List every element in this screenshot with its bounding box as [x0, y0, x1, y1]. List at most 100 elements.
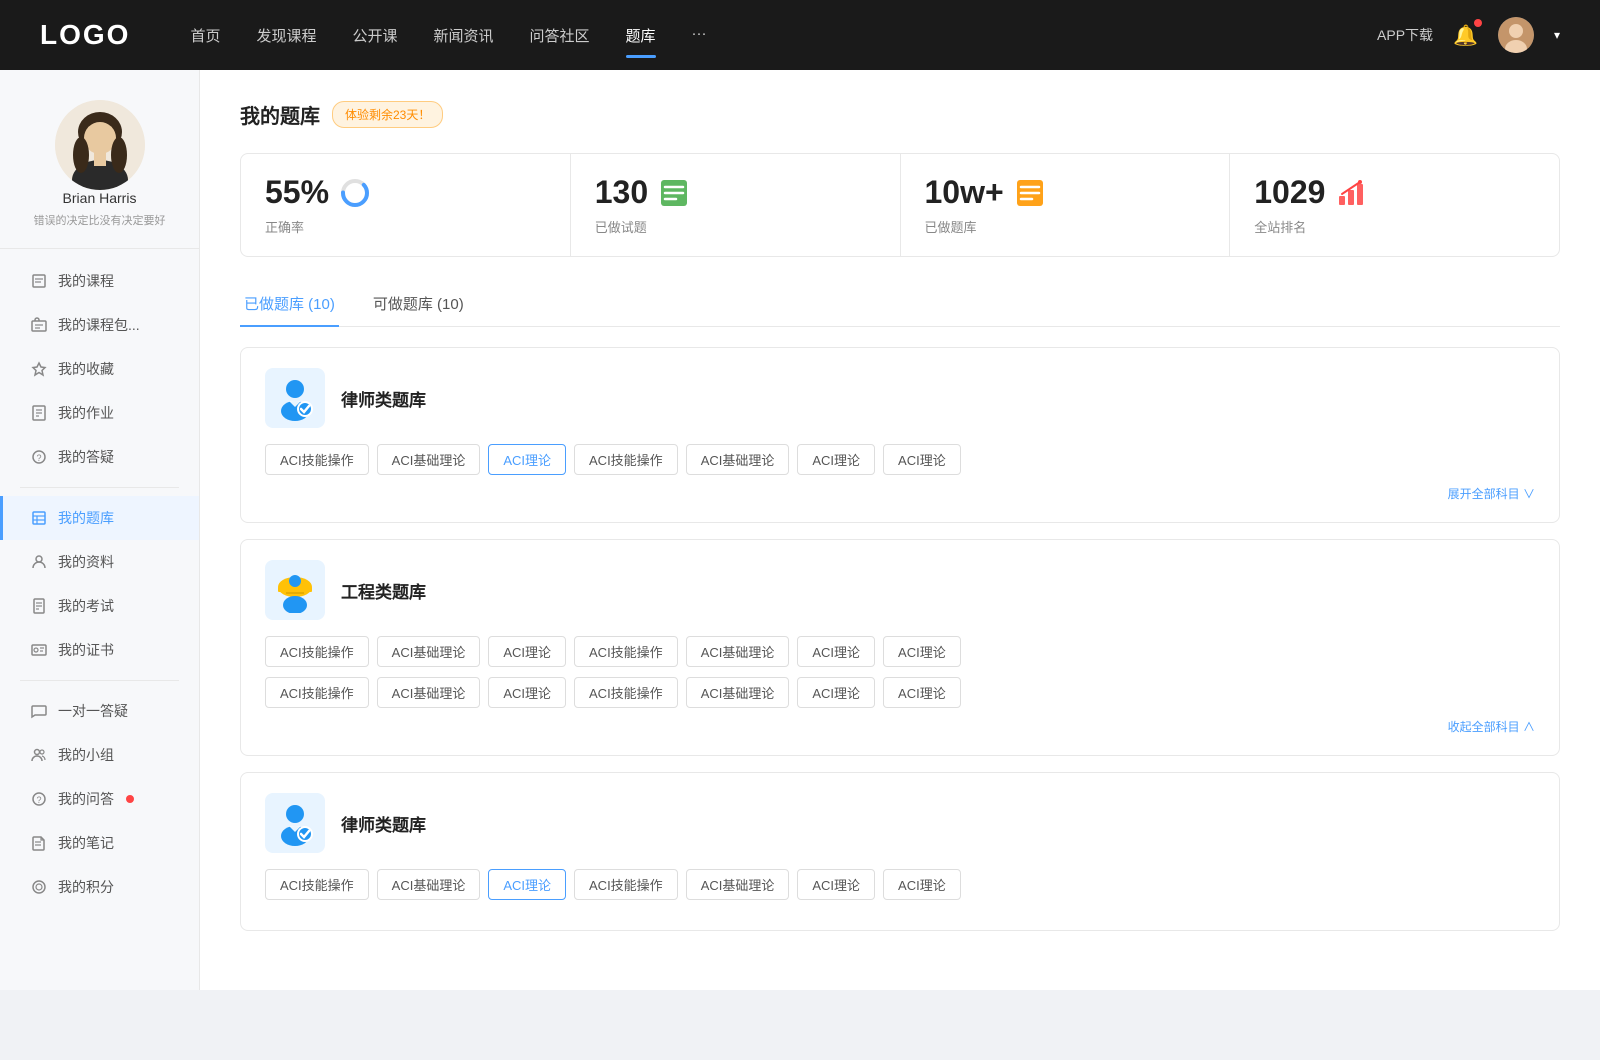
page-header: 我的题库 体验剩余23天！ — [240, 100, 1560, 129]
sidebar-item-one-on-one[interactable]: 一对一答疑 — [0, 689, 199, 733]
tag-eng1-r2-5[interactable]: ACI理论 — [797, 677, 875, 708]
bell-icon[interactable]: 🔔 — [1453, 23, 1478, 48]
sidebar: Brian Harris 错误的决定比没有决定要好 我的课程 我的课程包... — [0, 70, 200, 990]
tag-eng1-r1-4[interactable]: ACI基础理论 — [686, 636, 790, 667]
sidebar-item-profile-data[interactable]: 我的资料 — [0, 540, 199, 584]
sidebar-item-label-one-on-one: 一对一答疑 — [58, 701, 128, 721]
course-pkg-icon — [30, 316, 48, 334]
nav-more[interactable]: ··· — [692, 21, 707, 50]
tag-lawyer1-3[interactable]: ACI技能操作 — [574, 444, 678, 475]
tag-lawyer1-0[interactable]: ACI技能操作 — [265, 444, 369, 475]
tag-lawyer1-5[interactable]: ACI理论 — [797, 444, 875, 475]
sidebar-item-label-qa-list: 我的问答 — [58, 789, 114, 809]
tag-lawyer2-6[interactable]: ACI理论 — [883, 869, 961, 900]
tag-eng1-r1-1[interactable]: ACI基础理论 — [377, 636, 481, 667]
tag-lawyer2-2[interactable]: ACI理论 — [488, 869, 566, 900]
profile-motto: 错误的决定比没有决定要好 — [34, 212, 166, 228]
header-nav: 首页 发现课程 公开课 新闻资讯 问答社区 题库 ··· — [190, 21, 1377, 50]
nav-qa[interactable]: 问答社区 — [530, 21, 590, 50]
header: LOGO 首页 发现课程 公开课 新闻资讯 问答社区 题库 ··· APP下载 … — [0, 0, 1600, 70]
sidebar-item-qa-list[interactable]: ? 我的问答 — [0, 777, 199, 821]
stat-done-questions: 130 已做试题 — [571, 154, 901, 256]
bank-tags-lawyer-2: ACI技能操作 ACI基础理论 ACI理论 ACI技能操作 ACI基础理论 AC… — [265, 869, 1535, 900]
nav-news[interactable]: 新闻资讯 — [434, 21, 494, 50]
notes-icon — [30, 834, 48, 852]
homework-icon — [30, 404, 48, 422]
rank-icon — [1335, 177, 1367, 209]
sidebar-item-notes[interactable]: 我的笔记 — [0, 821, 199, 865]
expand-link-lawyer-1[interactable]: 展开全部科目 ∨ — [265, 485, 1535, 502]
app-download-button[interactable]: APP下载 — [1377, 25, 1433, 45]
tab-done-banks[interactable]: 已做题库 (10) — [240, 285, 339, 326]
tag-lawyer1-2[interactable]: ACI理论 — [488, 444, 566, 475]
sidebar-item-label-favorites: 我的收藏 — [58, 359, 114, 379]
collapse-link-engineer-1[interactable]: 收起全部科目 ∧ — [265, 718, 1535, 735]
tag-eng1-r1-0[interactable]: ACI技能操作 — [265, 636, 369, 667]
sidebar-item-course-pkg[interactable]: 我的课程包... — [0, 303, 199, 347]
bank-tags-engineer-row1: ACI技能操作 ACI基础理论 ACI理论 ACI技能操作 ACI基础理论 AC… — [265, 636, 1535, 667]
sidebar-item-label-homework: 我的作业 — [58, 403, 114, 423]
tag-lawyer1-4[interactable]: ACI基础理论 — [686, 444, 790, 475]
sidebar-item-homework[interactable]: 我的作业 — [0, 391, 199, 435]
sidebar-item-group[interactable]: 我的小组 — [0, 733, 199, 777]
tag-eng1-r2-4[interactable]: ACI基础理论 — [686, 677, 790, 708]
tag-eng1-r2-3[interactable]: ACI技能操作 — [574, 677, 678, 708]
sidebar-item-courses[interactable]: 我的课程 — [0, 259, 199, 303]
trial-badge: 体验剩余23天！ — [332, 101, 443, 128]
one-on-one-icon — [30, 702, 48, 720]
tabs-row: 已做题库 (10) 可做题库 (10) — [240, 285, 1560, 327]
courses-icon — [30, 272, 48, 290]
stat-done-banks: 10w+ 已做题库 — [901, 154, 1231, 256]
nav-home[interactable]: 首页 — [190, 21, 220, 50]
sidebar-item-points[interactable]: 我的积分 — [0, 865, 199, 909]
sidebar-item-exam[interactable]: 我的考试 — [0, 584, 199, 628]
tag-lawyer2-3[interactable]: ACI技能操作 — [574, 869, 678, 900]
favorites-icon — [30, 360, 48, 378]
nav-questionbank[interactable]: 题库 — [626, 21, 656, 50]
svg-text:?: ? — [36, 795, 41, 805]
tag-eng1-r1-3[interactable]: ACI技能操作 — [574, 636, 678, 667]
tag-lawyer1-1[interactable]: ACI基础理论 — [377, 444, 481, 475]
tag-eng1-r2-2[interactable]: ACI理论 — [488, 677, 566, 708]
sidebar-item-label-group: 我的小组 — [58, 745, 114, 765]
sidebar-item-questionbank[interactable]: 我的题库 — [0, 496, 199, 540]
tag-lawyer2-4[interactable]: ACI基础理论 — [686, 869, 790, 900]
sidebar-item-favorites[interactable]: 我的收藏 — [0, 347, 199, 391]
tag-eng1-r1-2[interactable]: ACI理论 — [488, 636, 566, 667]
bank-tags-engineer-row2: ACI技能操作 ACI基础理论 ACI理论 ACI技能操作 ACI基础理论 AC… — [265, 677, 1535, 708]
stats-row: 55% 正确率 130 — [240, 153, 1560, 257]
notification-badge — [1474, 19, 1482, 27]
sidebar-item-label-courses: 我的课程 — [58, 271, 114, 291]
points-icon — [30, 878, 48, 896]
tag-lawyer2-1[interactable]: ACI基础理论 — [377, 869, 481, 900]
stat-accuracy: 55% 正确率 — [241, 154, 571, 256]
user-avatar-header[interactable] — [1498, 17, 1534, 53]
group-icon — [30, 746, 48, 764]
stat-accuracy-top: 55% — [265, 174, 546, 211]
sidebar-item-my-questions[interactable]: ? 我的答疑 — [0, 435, 199, 479]
tag-lawyer2-0[interactable]: ACI技能操作 — [265, 869, 369, 900]
bank-card-lawyer-2: 律师类题库 ACI技能操作 ACI基础理论 ACI理论 ACI技能操作 ACI基… — [240, 772, 1560, 931]
accuracy-chart-icon — [339, 177, 371, 209]
bank-card-lawyer-1: 律师类题库 ACI技能操作 ACI基础理论 ACI理论 ACI技能操作 ACI基… — [240, 347, 1560, 523]
sidebar-item-cert[interactable]: 我的证书 — [0, 628, 199, 672]
tag-lawyer2-5[interactable]: ACI理论 — [797, 869, 875, 900]
tag-eng1-r1-5[interactable]: ACI理论 — [797, 636, 875, 667]
sidebar-item-label-exam: 我的考试 — [58, 596, 114, 616]
sidebar-item-label-my-questions: 我的答疑 — [58, 447, 114, 467]
lawyer-icon-1 — [265, 368, 325, 428]
nav-discover[interactable]: 发现课程 — [256, 21, 316, 50]
nav-open-course[interactable]: 公开课 — [352, 21, 397, 50]
svg-text:?: ? — [36, 453, 41, 463]
sidebar-item-label-points: 我的积分 — [58, 877, 114, 897]
stat-rank-top: 1029 — [1254, 174, 1535, 211]
tag-eng1-r2-1[interactable]: ACI基础理论 — [377, 677, 481, 708]
tag-eng1-r1-6[interactable]: ACI理论 — [883, 636, 961, 667]
tab-available-banks[interactable]: 可做题库 (10) — [369, 285, 468, 326]
tag-eng1-r2-6[interactable]: ACI理论 — [883, 677, 961, 708]
user-menu-chevron[interactable]: ▾ — [1554, 28, 1560, 42]
tag-eng1-r2-0[interactable]: ACI技能操作 — [265, 677, 369, 708]
stat-done-banks-top: 10w+ — [925, 174, 1206, 211]
bank-card-header-lawyer-2: 律师类题库 — [265, 793, 1535, 853]
tag-lawyer1-6[interactable]: ACI理论 — [883, 444, 961, 475]
